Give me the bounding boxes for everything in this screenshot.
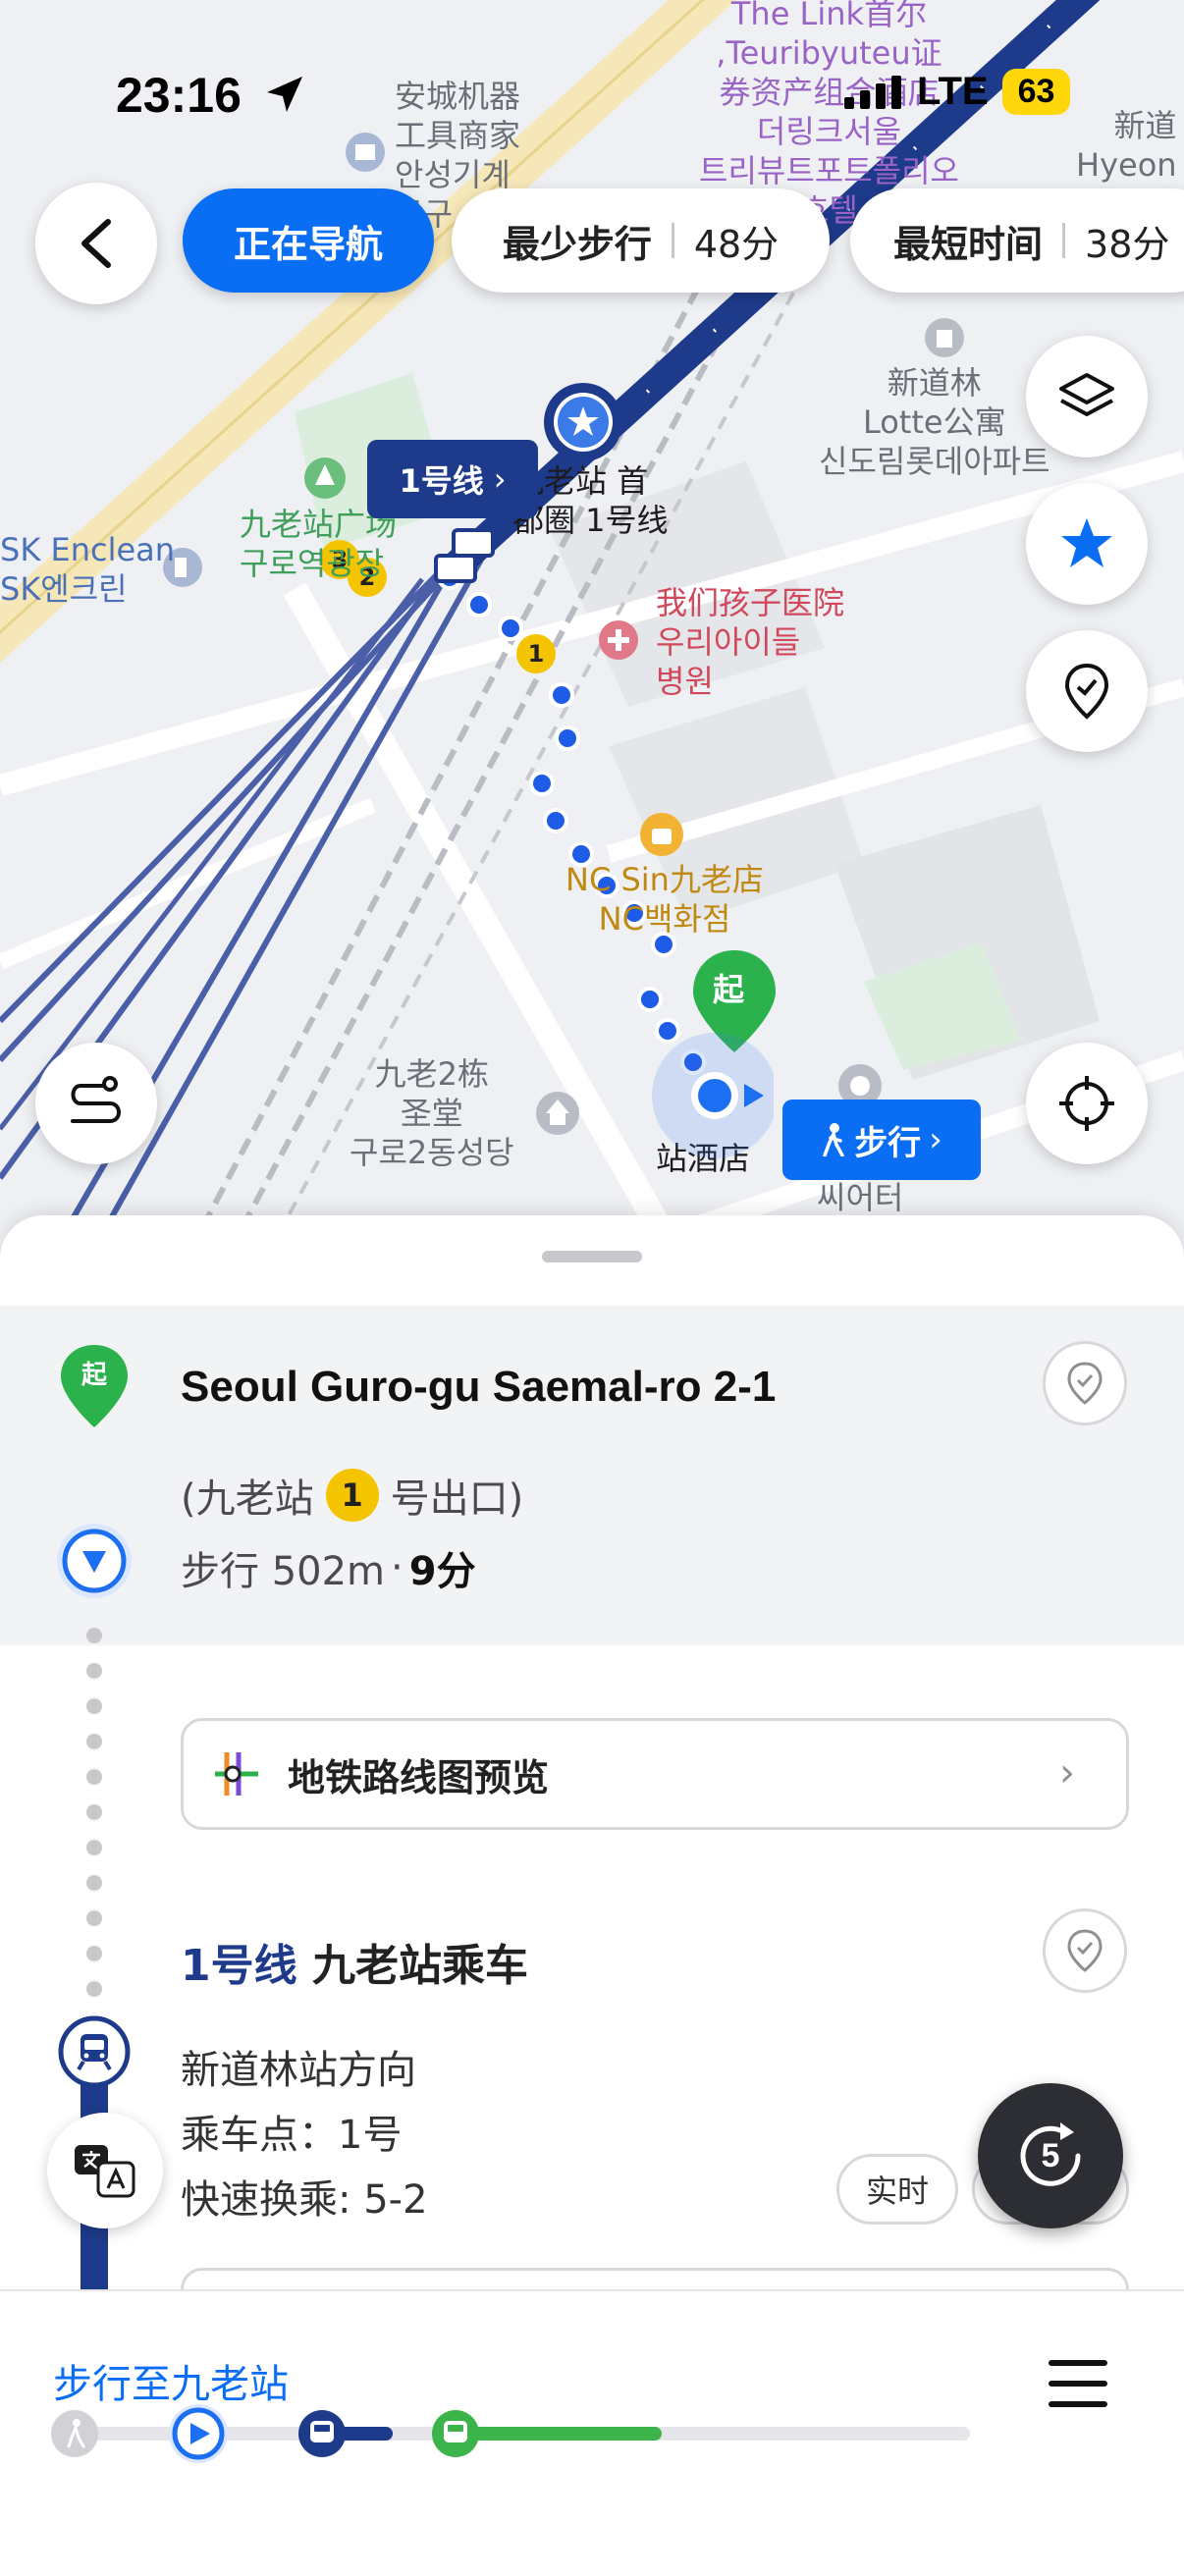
pin-location-button[interactable] (1026, 630, 1148, 752)
walk-step-node (51, 2410, 98, 2457)
current-position-node (169, 2404, 228, 2463)
exit-suffix: 号出口) (390, 1476, 524, 1522)
navigation-progress-bar[interactable]: 步行至九老站 (0, 2289, 1184, 2576)
map-label-lotte-apartment: 新道林 Lotte公寓 신도림롯데아파트 (819, 364, 1050, 480)
walk-distance: 步行 502m (181, 1549, 386, 1594)
station-star-marker[interactable] (542, 381, 624, 463)
pill-divider (1062, 223, 1066, 258)
map-label-hyeon: 新道 Hyeon (1076, 107, 1177, 184)
walk-step-badge[interactable]: 步行 › (782, 1100, 981, 1180)
signal-icon (844, 75, 901, 109)
least-walking-time: 48分 (693, 222, 780, 266)
route-overview-button[interactable] (35, 1043, 157, 1164)
refresh-count: 5 (1041, 2136, 1060, 2174)
subway-map-preview-label: 地铁路线图预览 (288, 1755, 550, 1799)
boarding-station: 九老站乘车 (311, 1941, 528, 1991)
map-pin-icon (1064, 663, 1109, 720)
sheet-grabber[interactable] (542, 1251, 642, 1262)
exit-number-badge: 1 (325, 1469, 379, 1522)
map-label-sk-enclean: SK Enclean SK엔크린 (0, 531, 176, 608)
subway-map-icon (215, 1752, 258, 1796)
fast-transfer-text: 快速换乘: 5-2 (181, 2177, 428, 2223)
network-type: LTE (917, 70, 989, 113)
pill-divider (671, 223, 674, 258)
map-pin-icon (1067, 1362, 1103, 1405)
status-time: 23:16 (116, 68, 242, 123)
subway-map-preview-button[interactable]: 地铁路线图预览 › (181, 1718, 1129, 1830)
start-address: Seoul Guro-gu Saemal-ro 2-1 (181, 1363, 777, 1411)
recenter-button[interactable] (1026, 1043, 1148, 1164)
realtime-button[interactable]: 实时 (836, 2154, 958, 2225)
map-line1-badge[interactable]: 1号线 › (367, 440, 538, 518)
translate-icon (75, 2145, 135, 2198)
walk-info: 步行 502m · 9分 (181, 1539, 476, 1596)
boarding-pin-button[interactable] (1043, 1908, 1127, 1993)
walking-person-icon (823, 1123, 844, 1156)
least-walking-label: 最少步行 (502, 222, 652, 266)
tab-least-walking[interactable]: 最少步行 48分 (452, 188, 830, 293)
shopping-poi-icon (640, 813, 683, 856)
government-poi-icon (346, 133, 385, 172)
line2-node (432, 2410, 479, 2457)
layers-button[interactable] (1026, 336, 1148, 457)
map-label-hospital: 我们孩子医院 우리아이들 병원 (656, 584, 845, 700)
exit-prefix: (九老站 (181, 1476, 314, 1522)
map-label-church: 九老2栋 圣堂 구로2동성당 (350, 1055, 514, 1171)
walk-duration: 9分 (408, 1549, 476, 1594)
start-pin-button[interactable] (1043, 1341, 1127, 1425)
boarding-title: 1号线 九老站乘车 (181, 1930, 528, 1993)
church-poi-icon (536, 1092, 579, 1135)
map-view[interactable]: 1 2 3 安城机器 工具商家 안성기계 공구 The Link首尔 ,Teur… (0, 0, 1184, 1276)
chevron-right-icon: › (929, 1120, 942, 1159)
walk-step-badge-label: 步行 (854, 1123, 922, 1163)
route-icon (71, 1076, 121, 1123)
chevron-right-icon: › (493, 460, 507, 498)
location-arrow-icon (267, 77, 302, 112)
crosshair-icon (1059, 1076, 1114, 1131)
apartment-poi-icon (925, 318, 964, 357)
map-pin-icon (1067, 1929, 1103, 1972)
start-pin-label: 起 (713, 971, 745, 1008)
progress-track (51, 2404, 970, 2463)
start-marker-label: 起 (81, 1361, 107, 1390)
refresh-button[interactable]: 5 (978, 2083, 1123, 2228)
tab-navigating[interactable]: 正在导航 (183, 188, 434, 293)
battery-level: 63 (1001, 69, 1071, 115)
layers-icon (1059, 373, 1114, 416)
fastest-time-label: 最短时间 (893, 222, 1044, 266)
fastest-time-value: 38分 (1085, 222, 1170, 266)
chevron-right-icon: › (1059, 1750, 1075, 1796)
map-label-theater-korean: 씨어터 (817, 1179, 904, 1216)
status-indicators: LTE 63 (844, 69, 1071, 115)
translate-button[interactable] (47, 2113, 163, 2228)
menu-icon[interactable] (1047, 2358, 1109, 2409)
map-line1-badge-label: 1号线 (399, 462, 484, 500)
favorites-button[interactable] (1026, 483, 1148, 605)
current-location-marker (652, 1033, 774, 1158)
tab-fastest-time[interactable]: 最短时间 38分 (850, 188, 1184, 293)
hospital-poi-icon (599, 620, 638, 660)
back-button[interactable] (35, 183, 157, 304)
line-name: 1号线 (181, 1941, 297, 1991)
star-icon (1061, 518, 1112, 567)
park-poi-icon (304, 457, 346, 499)
line1-node (298, 2410, 346, 2457)
start-step-card[interactable] (0, 1306, 1184, 1645)
direction-text: 新道林站方向 (181, 2048, 416, 2093)
map-label-nc-department-store: NC Sin九老店 NC백화점 (565, 861, 764, 938)
exit-marker-1[interactable]: 1 (516, 634, 556, 673)
progress-line2-fill (456, 2427, 662, 2441)
walk-separator: · (391, 1545, 404, 1590)
boarding-point-text: 乘车点：1号 (181, 2113, 403, 2158)
chevron-left-icon (81, 219, 111, 268)
exit-info: (九老站 1 号出口) (181, 1467, 523, 1524)
